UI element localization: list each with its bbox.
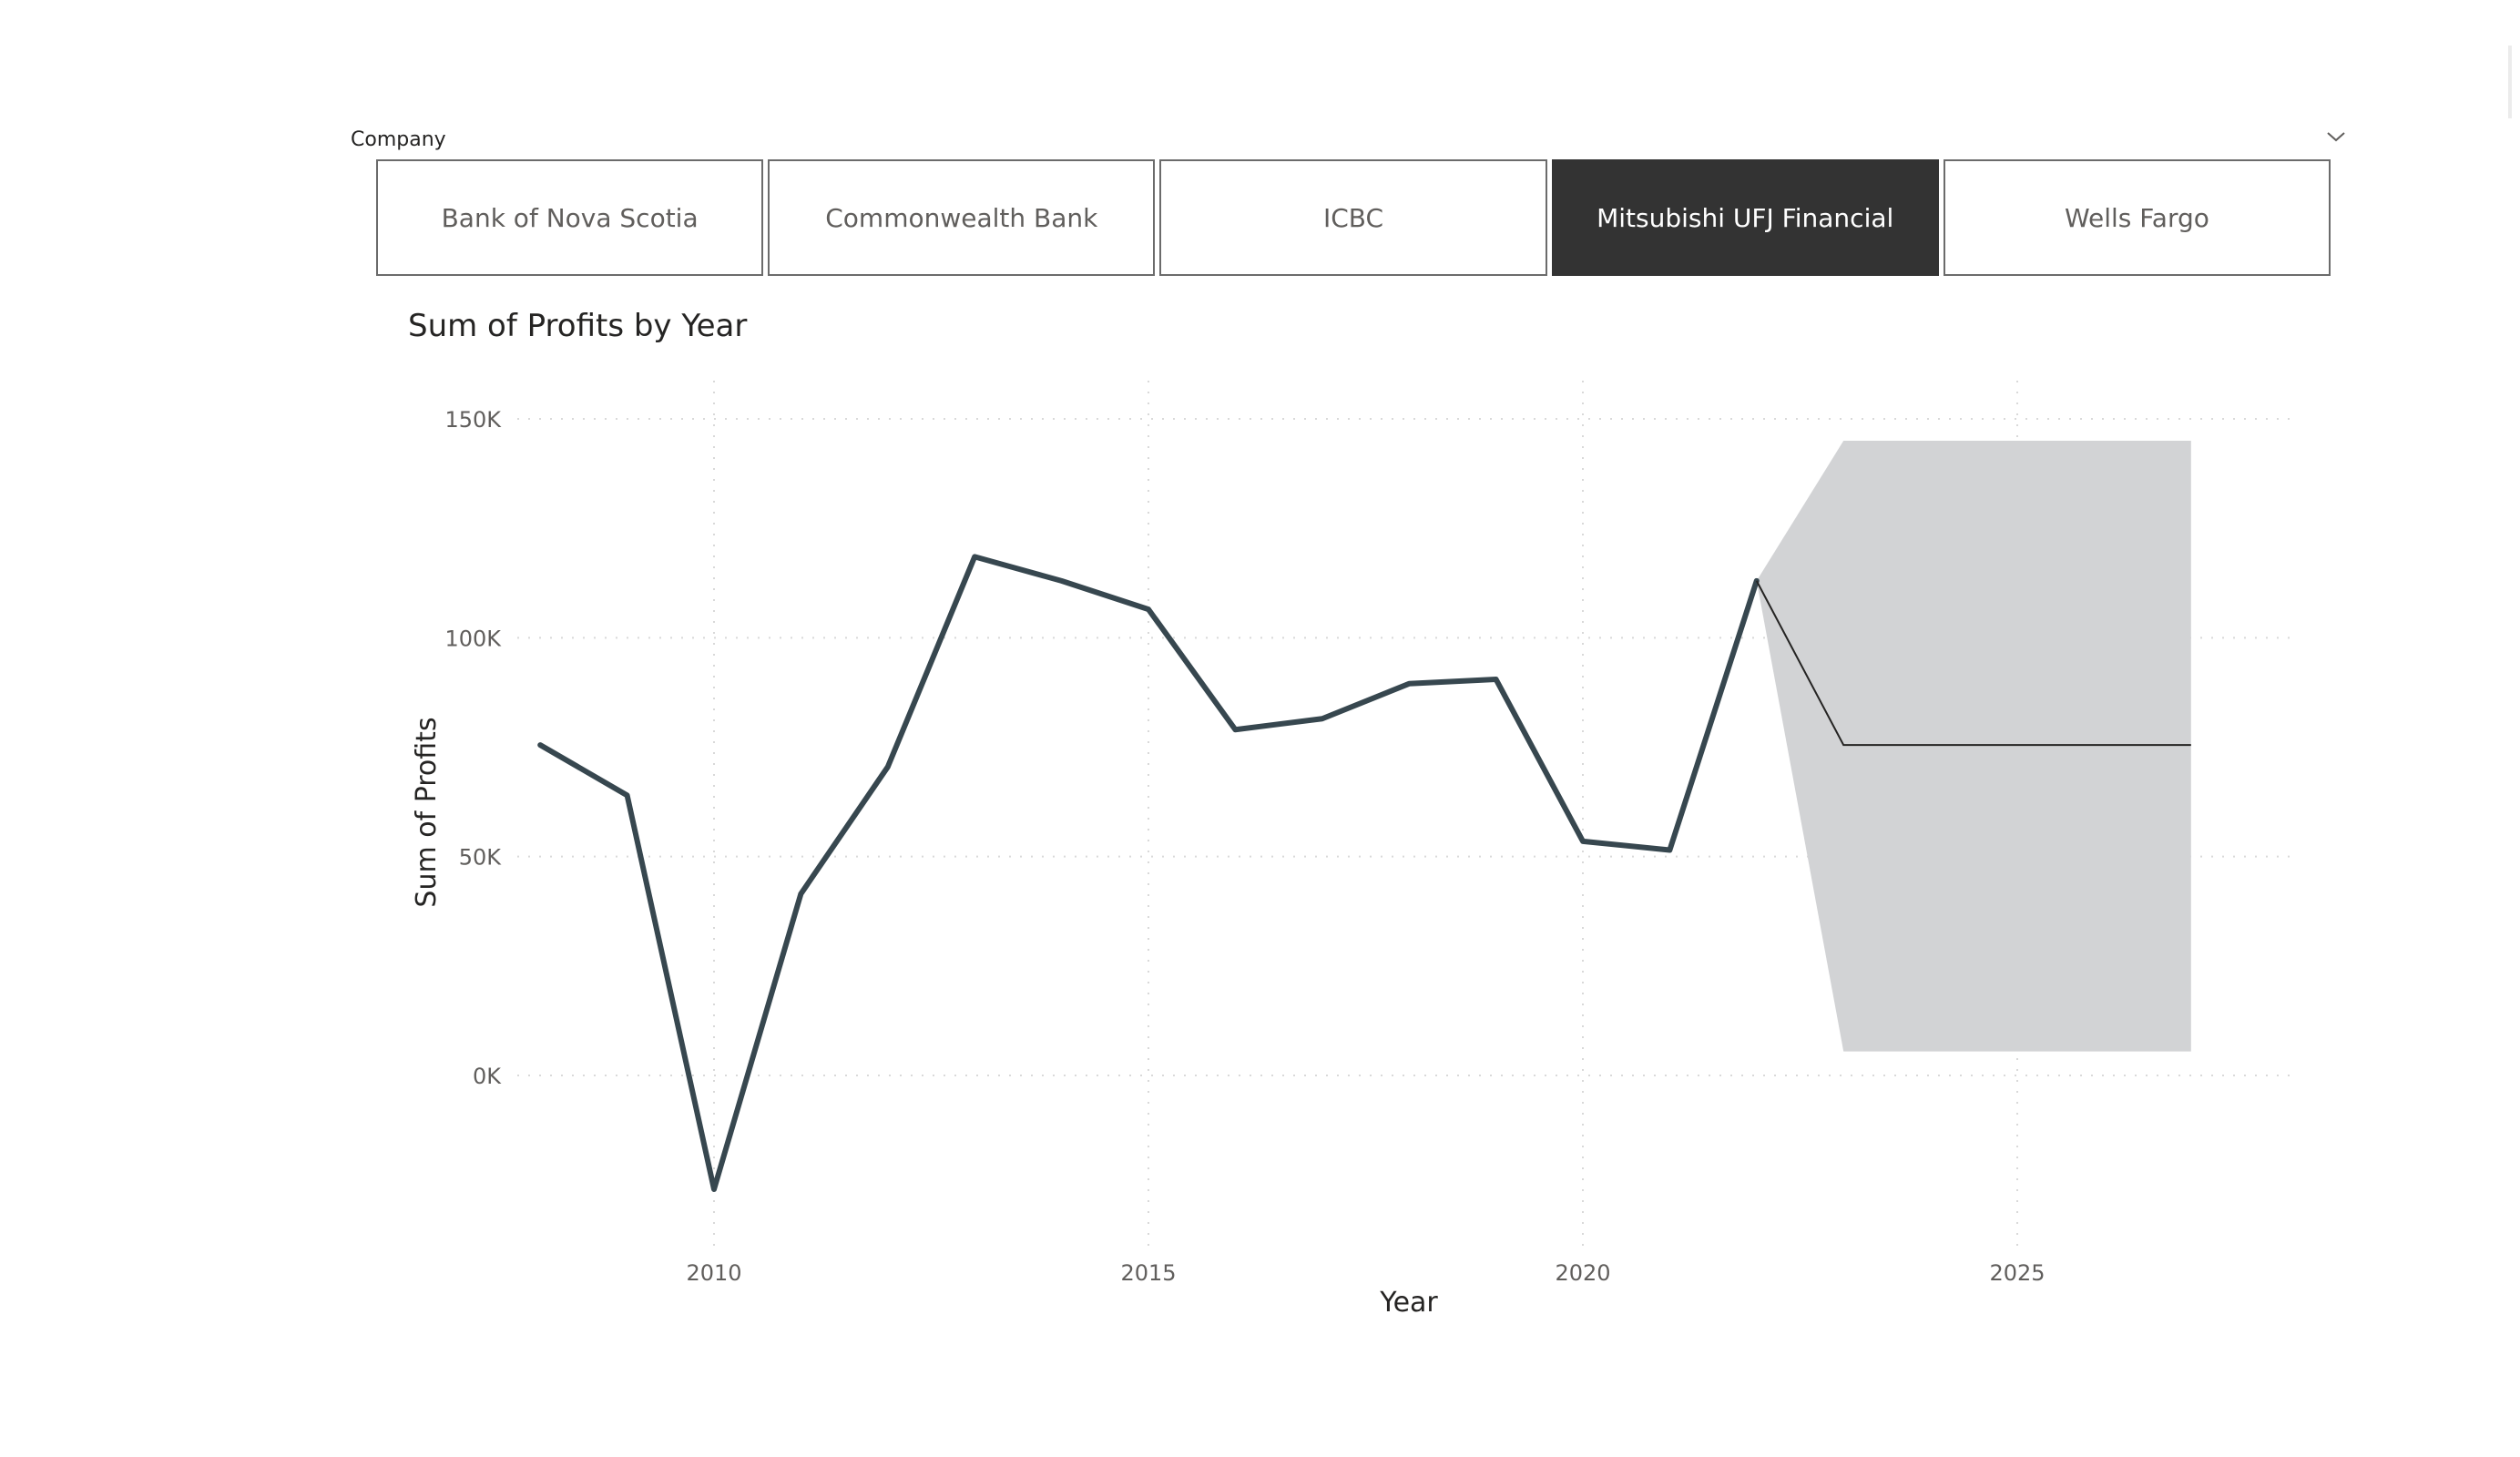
forecast-band <box>1756 441 2191 1052</box>
line-chart: 2010 2015 2020 2025 0K 50K 100K 150K Year Sum … <box>411 381 2297 1319</box>
y-axis-ticks: 0K 50K 100K 150K <box>444 407 502 1089</box>
x-tick-label: 2020 <box>1555 1260 1610 1286</box>
x-axis-ticks: 2010 2015 2020 2025 <box>686 1260 2045 1286</box>
x-tick-label: 2010 <box>686 1260 741 1286</box>
forecast-band-group <box>1756 441 2191 1052</box>
y-tick-label: 50K <box>459 845 503 871</box>
y-tick-label: 100K <box>444 626 502 651</box>
x-axis-label: Year <box>1379 1287 1438 1319</box>
x-tick-label: 2015 <box>1120 1260 1176 1286</box>
y-axis-label: Sum of Profits <box>411 717 443 907</box>
x-tick-label: 2025 <box>1989 1260 2045 1286</box>
y-tick-label: 0K <box>473 1064 502 1089</box>
y-tick-label: 150K <box>444 407 502 433</box>
